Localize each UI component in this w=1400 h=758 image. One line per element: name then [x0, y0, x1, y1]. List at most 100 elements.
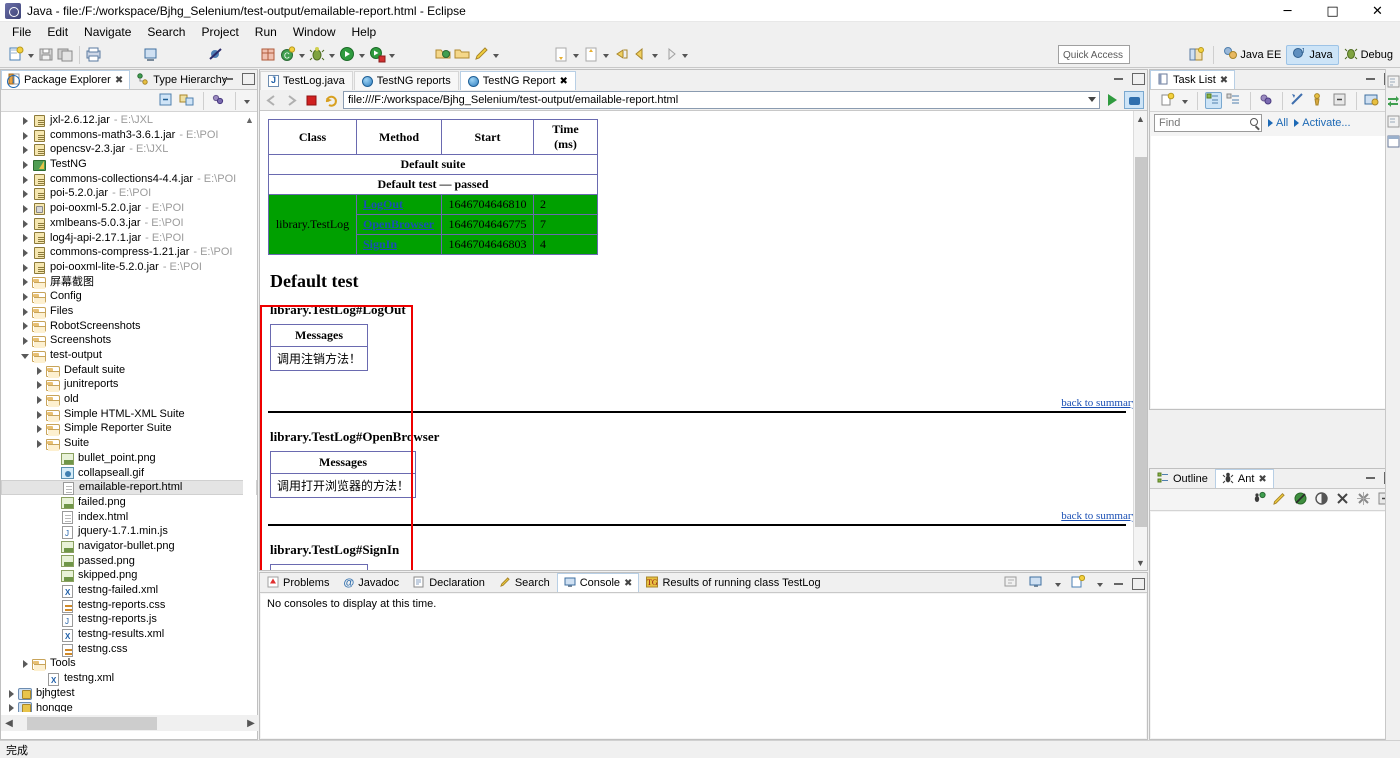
method-link[interactable]: OpenBrowser	[363, 217, 434, 231]
close-button[interactable]: ✕	[1355, 0, 1400, 22]
tree-item[interactable]: log4j-api-2.17.1.jar - E:\POI	[1, 231, 257, 246]
minimized-view-icon[interactable]	[1387, 75, 1400, 89]
search-dropdown-icon[interactable]	[491, 47, 500, 63]
tree-expand-arrow-icon[interactable]	[33, 378, 46, 391]
tree-expand-arrow-icon[interactable]	[33, 393, 46, 406]
tree-item[interactable]: skipped.png	[1, 568, 257, 583]
tree-expand-arrow-icon[interactable]	[19, 202, 32, 215]
new-console-dropdown-icon[interactable]	[1095, 576, 1104, 592]
tree-item[interactable]: bullet_point.png	[1, 451, 257, 466]
focus-on-workweek-icon[interactable]	[1258, 92, 1275, 109]
back-icon[interactable]	[263, 92, 280, 109]
forward-navigation-dropdown-icon[interactable]	[680, 47, 689, 63]
maximize-button[interactable]: □	[1310, 0, 1355, 22]
open-in-external-browser-icon[interactable]	[1124, 91, 1144, 109]
run-external-tools-dropdown-icon[interactable]	[387, 47, 396, 63]
tree-item[interactable]: xmlbeans-5.0.3.jar - E:\POI	[1, 216, 257, 231]
search-icon[interactable]	[1250, 118, 1258, 126]
minimize-icon[interactable]	[1112, 577, 1125, 590]
tree-item[interactable]: commons-compress-1.21.jar - E:\POI	[1, 245, 257, 260]
tree-item[interactable]: poi-ooxml-lite-5.2.0.jar - E:\POI	[1, 260, 257, 275]
tree-expand-arrow-icon[interactable]	[19, 143, 32, 156]
focus-on-active-task-icon[interactable]	[211, 92, 228, 109]
editor-tab-testng-report[interactable]: TestNG Report ✖	[459, 71, 576, 90]
tree-item[interactable]: old	[1, 392, 257, 407]
scroll-left-arrow-icon[interactable]: ◀	[1, 715, 17, 731]
stop-icon[interactable]	[303, 92, 320, 109]
tree-expand-arrow-icon[interactable]	[19, 261, 32, 274]
tab-task-list[interactable]: Task List ✖	[1150, 70, 1236, 89]
tree-item[interactable]: testng.css	[1, 642, 257, 657]
go-icon[interactable]	[1103, 91, 1121, 109]
menu-item-search[interactable]: Search	[139, 23, 193, 41]
tree-expand-arrow-icon[interactable]	[19, 187, 32, 200]
scroll-down-arrow-icon[interactable]: ▼	[1134, 555, 1147, 570]
tree-item[interactable]: Suite	[1, 436, 257, 451]
tree-item[interactable]: commons-collections4-4.4.jar - E:\POI	[1, 172, 257, 187]
tree-item[interactable]: jquery-1.7.1.min.js	[1, 524, 257, 542]
scroll-up-arrow-icon[interactable]: ▲	[1134, 111, 1147, 126]
back-to-summary-link[interactable]: back to summary	[1061, 397, 1137, 409]
scroll-up-arrow-icon[interactable]: ▲	[243, 113, 256, 127]
package-explorer-horizontal-scrollbar[interactable]: ◀ ▶	[1, 715, 259, 731]
last-edit-location-icon[interactable]	[613, 46, 630, 63]
tree-item[interactable]: opencsv-2.3.jar - E:\JXL	[1, 142, 257, 157]
tree-item[interactable]: emailable-report.html	[1, 480, 257, 496]
menu-item-file[interactable]: File	[4, 23, 39, 41]
tree-item[interactable]: 屏幕截图	[1, 275, 257, 290]
perspective-debug[interactable]: Debug	[1339, 45, 1398, 65]
tree-item[interactable]: Default suite	[1, 363, 257, 378]
next-annotation-dropdown-icon[interactable]	[571, 47, 580, 63]
tree-expand-arrow-icon[interactable]	[19, 305, 32, 318]
url-input[interactable]: file:///F:/workspace/Bjhg_Selenium/test-…	[343, 91, 1100, 109]
tab-declaration[interactable]: Declaration	[406, 573, 492, 592]
link-with-editor-icon[interactable]	[179, 92, 196, 109]
debug-dropdown-icon[interactable]	[327, 47, 336, 63]
scheduled-presentation-icon[interactable]	[1226, 92, 1243, 109]
refresh-icon[interactable]	[323, 92, 340, 109]
tree-item[interactable]: Simple Reporter Suite	[1, 421, 257, 437]
method-cell[interactable]: OpenBrowser	[356, 214, 442, 235]
editor-scroll-thumb[interactable]	[1135, 157, 1147, 527]
previous-annotation-dropdown-icon[interactable]	[601, 47, 610, 63]
back-navigation-dropdown-icon[interactable]	[650, 47, 659, 63]
scroll-right-arrow-icon[interactable]: ▶	[243, 715, 259, 731]
tree-expand-arrow-icon[interactable]	[19, 334, 32, 347]
task-list-body[interactable]	[1151, 136, 1398, 408]
tree-item[interactable]: Screenshots	[1, 333, 257, 349]
close-icon[interactable]: ✖	[1220, 75, 1228, 86]
search-icon[interactable]	[473, 46, 490, 63]
perspective-java[interactable]: J Java	[1286, 44, 1339, 65]
synchronize-arrows-icon[interactable]	[1387, 95, 1400, 109]
search-input[interactable]: Find	[1154, 114, 1262, 132]
remove-icon[interactable]	[1335, 491, 1352, 508]
print-icon[interactable]	[85, 46, 102, 63]
debug-icon[interactable]	[309, 46, 326, 63]
categorized-presentation-icon[interactable]	[1205, 92, 1222, 109]
display-selected-console-icon[interactable]	[1029, 575, 1046, 592]
method-cell[interactable]: LogOut	[356, 194, 442, 215]
tree-expand-arrow-icon[interactable]	[19, 275, 32, 288]
tree-item[interactable]: testng-results.xml	[1, 627, 257, 645]
add-buildfiles-icon[interactable]	[1251, 491, 1268, 508]
minimized-view-icon[interactable]	[1387, 115, 1400, 129]
close-icon[interactable]: ✖	[115, 75, 123, 86]
forward-icon[interactable]	[283, 92, 300, 109]
package-explorer-vertical-scrollbar[interactable]: ▲	[243, 113, 256, 712]
maximize-icon[interactable]	[241, 72, 255, 85]
next-annotation-icon[interactable]	[553, 46, 570, 63]
tree-expand-arrow-icon[interactable]	[19, 246, 32, 259]
open-task-icon[interactable]	[454, 46, 471, 63]
save-icon[interactable]	[38, 46, 55, 63]
close-icon[interactable]: ✖	[1258, 474, 1266, 485]
tree-expand-arrow-icon[interactable]	[19, 290, 32, 303]
tree-expand-arrow-icon[interactable]	[33, 437, 46, 450]
tree-item[interactable]: Tools	[1, 656, 257, 672]
editor-tab-testng-reports[interactable]: TestNG reports	[353, 71, 459, 90]
tree-expand-arrow-icon[interactable]	[19, 129, 32, 142]
url-combo[interactable]: file:///F:/workspace/Bjhg_Selenium/test-…	[343, 91, 1100, 109]
tree-item[interactable]: junitreports	[1, 377, 257, 393]
tab-testng-results[interactable]: TG Results of running class TestLog	[639, 573, 827, 592]
display-console-dropdown-icon[interactable]	[1053, 576, 1062, 592]
tab-javadoc[interactable]: @ Javadoc	[336, 573, 406, 592]
